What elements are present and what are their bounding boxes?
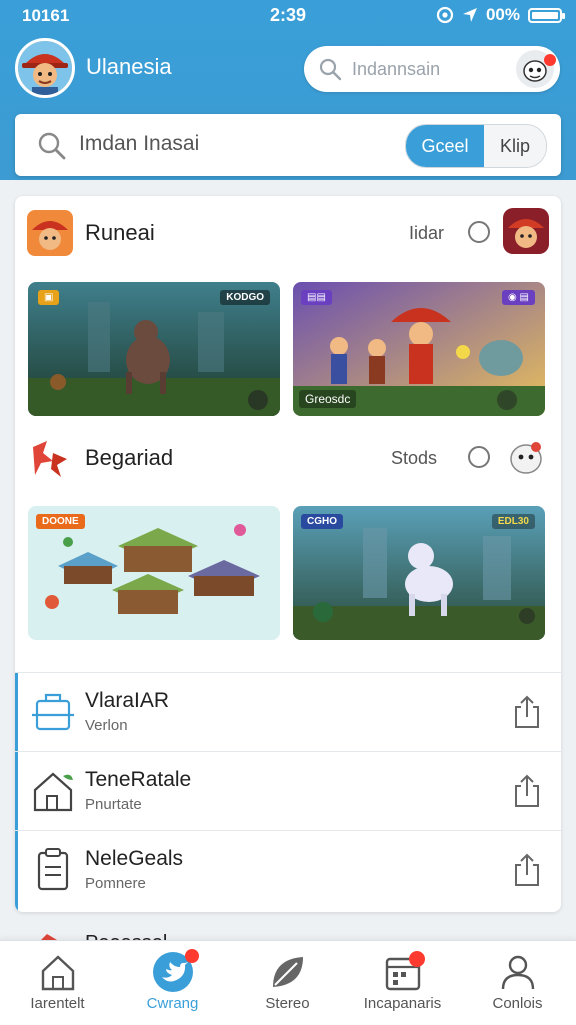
content-card: Runeai Iidar ▣ KODGO ▤▤ ◉ ▤ Greosdc Bega…	[15, 196, 561, 912]
tile-badge-icon: ▣	[38, 290, 60, 305]
nav-label: Iarentelt	[30, 995, 85, 1012]
section-header-2: Begariad Stods	[15, 429, 561, 485]
app-title: Ulanesia	[86, 54, 172, 79]
nav-item-home[interactable]: Iarentelt	[0, 941, 115, 1025]
app-header: 10161 2:39 00% Ulanesia Indannsain Imdan…	[0, 0, 576, 180]
section-action[interactable]: Iidar	[409, 223, 444, 244]
tile-badge: KODGO	[220, 290, 270, 305]
segment-option-2[interactable]: Klip	[484, 125, 546, 167]
active-indicator	[15, 673, 18, 752]
status-time: 2:39	[270, 5, 307, 25]
top-search-bar[interactable]: Indannsain	[304, 46, 560, 92]
nav-label: Cwrang	[146, 995, 199, 1012]
nav-item-calendar[interactable]: Incapanaris	[345, 941, 460, 1025]
nav-item-profile[interactable]: Conlois	[460, 941, 575, 1025]
list-item-subtitle: Pnurtate	[85, 796, 142, 813]
game-tile-creature[interactable]: CGHO EDL30	[293, 506, 545, 640]
signal-icon	[436, 6, 454, 24]
tile-badge: CGHO	[301, 514, 343, 529]
list-item-title: NeleGeals	[85, 847, 184, 870]
active-indicator	[15, 752, 18, 831]
share-icon[interactable]	[513, 774, 541, 808]
tile-badge: DOONE	[36, 514, 85, 529]
search-icon	[319, 58, 342, 81]
home-icon	[41, 955, 75, 991]
share-icon[interactable]	[513, 853, 541, 887]
segmented-control: Gceel Klip	[405, 124, 547, 168]
mascot-thumbnail[interactable]	[503, 433, 549, 479]
game-icon[interactable]	[27, 210, 73, 256]
status-left: 10161	[22, 6, 70, 25]
game-thumbnail[interactable]	[503, 208, 549, 254]
section-title: Begariad	[85, 445, 174, 470]
game-tile-heroes[interactable]: ▤▤ ◉ ▤ Greosdc	[293, 282, 545, 416]
status-bar: 10161 2:39 00%	[0, 0, 576, 32]
nav-label: Conlois	[492, 995, 543, 1012]
tile-badge-icon: ◉ ▤	[502, 290, 535, 305]
list-item-peek: Peeassel	[15, 912, 561, 942]
list-item[interactable]: NeleGeals Pomnere	[15, 830, 561, 910]
top-search-placeholder: Indannsain	[352, 59, 441, 79]
nav-item-cwrang[interactable]: Cwrang	[115, 941, 230, 1025]
section-title: Runeai	[85, 220, 155, 245]
main-search-text: Imdan Inasai	[79, 132, 200, 155]
active-indicator	[15, 831, 18, 910]
list-item-subtitle: Verlon	[85, 717, 128, 734]
list-item[interactable]: TeneRatale Pnurtate	[15, 751, 561, 831]
game-icon[interactable]	[27, 435, 73, 481]
tile-badge-icon: ▤▤	[301, 290, 332, 305]
tile-caption: Greosdc	[299, 390, 357, 408]
nav-label: Incapanaris	[363, 995, 442, 1012]
list-item-subtitle: Pomnere	[85, 875, 146, 892]
nav-item-stereo[interactable]: Stereo	[230, 941, 345, 1025]
status-right: 00%	[436, 5, 565, 25]
nav-label: Stereo	[265, 995, 310, 1012]
main-search-bar[interactable]: Imdan Inasai Gceel Klip	[15, 114, 561, 176]
tile-badge: EDL30	[491, 514, 535, 529]
game-tile-village[interactable]: DOONE	[28, 506, 280, 640]
game-tile-forest[interactable]: ▣ KODGO	[28, 282, 280, 416]
briefcase-icon	[32, 693, 74, 731]
user-icon	[501, 955, 535, 990]
battery-icon	[528, 7, 565, 23]
list-item-title: VlaraIAR	[85, 689, 170, 712]
notification-dot	[185, 949, 199, 963]
radio-button[interactable]	[468, 221, 490, 243]
house-icon	[33, 772, 73, 812]
leaf-icon	[273, 957, 303, 987]
section-action[interactable]: Stods	[391, 448, 437, 469]
location-icon	[462, 8, 477, 22]
notification-dot	[544, 54, 556, 66]
notification-dot	[409, 951, 425, 967]
battery-percent: 00%	[485, 5, 520, 24]
radio-button[interactable]	[468, 446, 490, 468]
bottom-nav: Iarentelt Cwrang Stereo Incapanaris Conl…	[0, 940, 576, 1025]
list-item[interactable]: VlaraIAR Verlon	[15, 672, 561, 752]
clipboard-icon	[37, 848, 69, 891]
search-icon	[38, 132, 66, 160]
share-icon[interactable]	[513, 695, 541, 729]
section-header-1: Runeai Iidar	[15, 204, 561, 260]
segment-option-1[interactable]: Gceel	[406, 125, 484, 167]
profile-avatar[interactable]	[15, 38, 75, 98]
list-item-title: TeneRatale	[85, 768, 192, 791]
